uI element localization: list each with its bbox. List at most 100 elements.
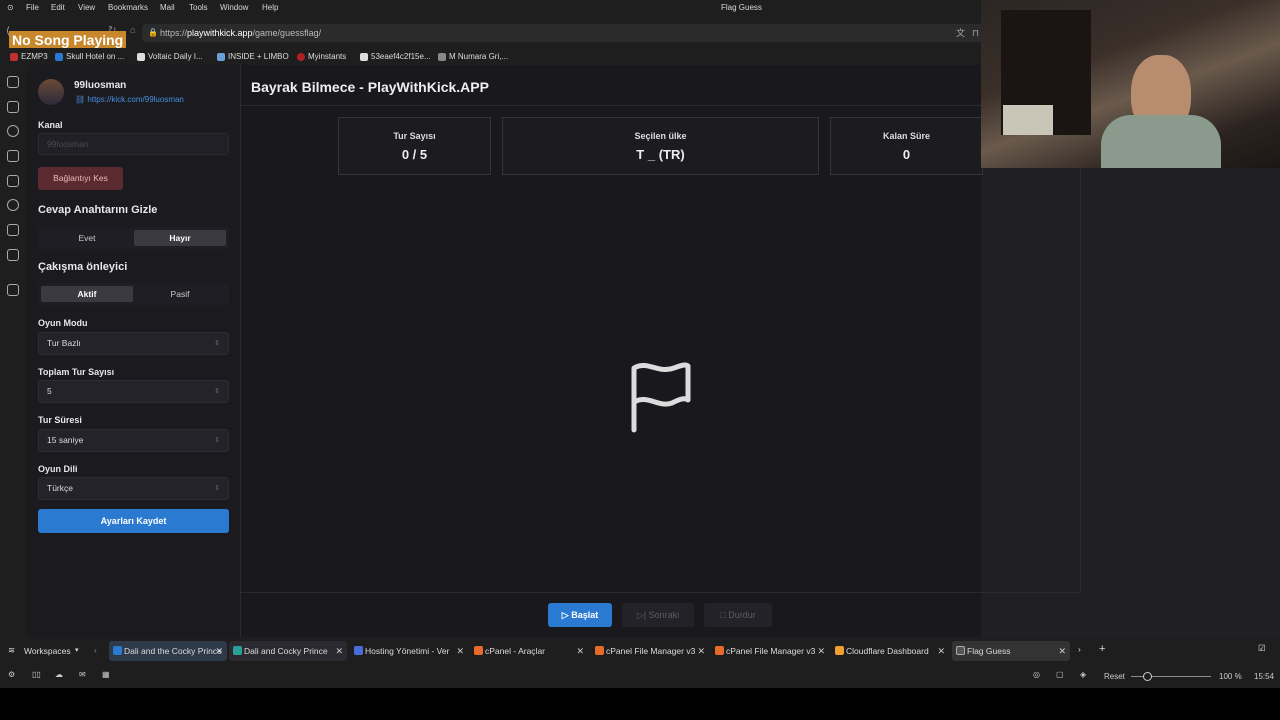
close-icon[interactable]: ✕ — [335, 641, 343, 661]
bookmark-icon[interactable]: ⊓ — [972, 24, 979, 42]
bookmark-inside-limbo[interactable]: INSIDE + LIMBO — [217, 52, 289, 61]
tab-bar: ≋ Workspaces ▾ ‹ Dali and the Cocky Prin… — [0, 637, 1280, 664]
calendar-panel-icon[interactable] — [7, 249, 19, 261]
panel-toggle-icon[interactable]: ▯▯ — [32, 670, 41, 679]
conflict-off[interactable]: Pasif — [134, 286, 226, 302]
workspaces-button[interactable]: Workspaces — [24, 646, 71, 656]
tab-cloudflare[interactable]: Cloudflare Dashboard ✕ — [831, 641, 949, 661]
url-prefix: https:// — [160, 28, 188, 38]
bookmark-skull-hotel[interactable]: Skull Hotel on ... — [55, 52, 124, 61]
menu-file[interactable]: File — [26, 3, 39, 12]
mail-panel-icon[interactable] — [7, 224, 19, 236]
select-arrows-icon: ⇕ — [214, 485, 220, 492]
close-icon[interactable]: ✕ — [937, 641, 945, 661]
new-tab-icon[interactable]: + — [1099, 643, 1105, 655]
stop-button[interactable]: □ Durdur — [704, 603, 772, 627]
reading-panel-icon[interactable] — [7, 199, 19, 211]
mail-icon[interactable]: ✉ — [79, 670, 86, 679]
tab-scroll-left-icon[interactable]: ‹ — [94, 645, 97, 655]
notes-panel-icon[interactable] — [7, 150, 19, 162]
save-settings-button[interactable]: Ayarları Kaydet — [38, 509, 229, 533]
close-icon[interactable]: ✕ — [697, 641, 705, 661]
channel-input[interactable]: 99luosman — [38, 133, 229, 155]
page-actions-icon[interactable]: ◈ — [1080, 670, 1086, 679]
translate-icon[interactable]: 文 — [956, 24, 965, 42]
capture-icon[interactable]: ◎ — [1033, 670, 1040, 679]
hide-answer-toggle: Evet Hayır — [38, 227, 229, 249]
tab-hosting[interactable]: Hosting Yönetimi - Ver ✕ — [350, 641, 468, 661]
menu-bookmarks[interactable]: Bookmarks — [108, 3, 148, 12]
close-icon[interactable]: ✕ — [215, 641, 223, 661]
url-field[interactable]: 🔒 https://playwithkick.app/game/guessfla… — [142, 24, 987, 42]
rounds-card-value: 0 / 5 — [401, 147, 428, 162]
bookmark-ezmp3[interactable]: EZMP3 — [10, 52, 48, 61]
stop-icon: □ — [720, 610, 729, 620]
history-panel-icon[interactable] — [7, 125, 19, 137]
menu-mail[interactable]: Mail — [160, 3, 175, 12]
settings-icon[interactable]: ⚙ — [8, 670, 15, 679]
bookmark-hash[interactable]: 53eaef4c2f15e... — [360, 52, 431, 61]
bookmarks-panel-icon[interactable] — [7, 76, 19, 88]
app-icon[interactable]: ⊙ — [7, 3, 14, 12]
menu-help[interactable]: Help — [262, 3, 278, 12]
mail-status-icon[interactable]: ☑ — [1258, 643, 1266, 654]
browser-side-panel — [0, 65, 27, 637]
menu-tools[interactable]: Tools — [189, 3, 208, 12]
tiling-icon[interactable]: ▢ — [1056, 670, 1064, 679]
country-card-title: Seçilen ülke — [634, 131, 687, 141]
tab-cpanel-tools[interactable]: cPanel - Araçlar ✕ — [470, 641, 588, 661]
next-button[interactable]: ▷| Sonraki — [622, 603, 694, 627]
language-select[interactable]: Türkçe ⇕ — [38, 477, 229, 500]
rounds-card-title: Tur Sayısı — [393, 131, 436, 141]
cloud-icon[interactable]: ☁ — [55, 670, 63, 679]
time-card: Kalan Süre 0 — [830, 117, 983, 175]
add-panel-icon[interactable] — [7, 284, 19, 296]
hide-answer-no[interactable]: Hayır — [134, 230, 226, 246]
conflict-on[interactable]: Aktif — [41, 286, 133, 302]
time-card-value: 0 — [902, 147, 911, 162]
calendar-icon[interactable]: ▦ — [102, 670, 110, 679]
disconnect-button[interactable]: Bağlantıyı Kes — [38, 167, 123, 190]
menu-view[interactable]: View — [78, 3, 95, 12]
bookmark-voltaic[interactable]: Voltaic Daily I... — [137, 52, 203, 61]
workspaces-icon[interactable]: ≋ — [8, 645, 15, 656]
mode-select[interactable]: Tur Bazlı ⇕ — [38, 332, 229, 355]
bookmark-myinstants[interactable]: Myinstants — [297, 52, 346, 61]
lock-icon: 🔒 — [148, 28, 158, 37]
tab-dali-1[interactable]: Dali and the Cocky Prince ✕ — [109, 641, 227, 661]
close-icon[interactable]: ✕ — [456, 641, 464, 661]
letterbox — [0, 688, 1280, 720]
username: 99luosman — [74, 80, 127, 91]
hide-answer-yes[interactable]: Evet — [41, 230, 133, 246]
chevron-down-icon[interactable]: ▾ — [75, 646, 79, 654]
start-button[interactable]: ▷ Başlat — [548, 603, 612, 627]
close-icon[interactable]: ✕ — [1058, 641, 1066, 661]
select-arrows-icon: ⇕ — [214, 388, 220, 395]
menu-edit[interactable]: Edit — [51, 3, 65, 12]
downloads-panel-icon[interactable] — [7, 101, 19, 113]
duration-select[interactable]: 15 saniye ⇕ — [38, 429, 229, 452]
tab-cpanel-fm-1[interactable]: cPanel File Manager v3 ✕ — [591, 641, 709, 661]
windows-panel-icon[interactable] — [7, 175, 19, 187]
tab-scroll-right-icon[interactable]: › — [1078, 644, 1081, 654]
zoom-slider-handle[interactable] — [1143, 672, 1152, 681]
url-path: /game/guessflag/ — [252, 28, 322, 38]
rounds-select[interactable]: 5 ⇕ — [38, 380, 229, 403]
close-icon[interactable]: ✕ — [817, 641, 825, 661]
select-arrows-icon: ⇕ — [214, 437, 220, 444]
home-icon[interactable]: ⌂ — [130, 25, 136, 36]
close-icon[interactable]: ✕ — [576, 641, 584, 661]
menu-window[interactable]: Window — [220, 3, 248, 12]
zoom-reset-button[interactable]: Reset — [1104, 672, 1125, 681]
conflict-title: Çakışma önleyici — [38, 261, 128, 273]
mode-label: Oyun Modu — [38, 318, 88, 328]
bookmark-numara[interactable]: M Numara Gri,... — [438, 52, 508, 61]
channel-link[interactable]: ⛓ https://kick.com/99luosman — [75, 95, 184, 104]
rounds-card: Tur Sayısı 0 / 5 — [338, 117, 491, 175]
country-card-value: T _ (TR) — [636, 147, 685, 162]
flag-icon — [631, 362, 691, 433]
tab-flag-guess[interactable]: Flag Guess ✕ — [952, 641, 1070, 661]
tab-dali-2[interactable]: Dali and Cocky Prince ✕ — [229, 641, 347, 661]
country-card: Seçilen ülke T _ (TR) — [502, 117, 819, 175]
tab-cpanel-fm-2[interactable]: cPanel File Manager v3 ✕ — [711, 641, 829, 661]
